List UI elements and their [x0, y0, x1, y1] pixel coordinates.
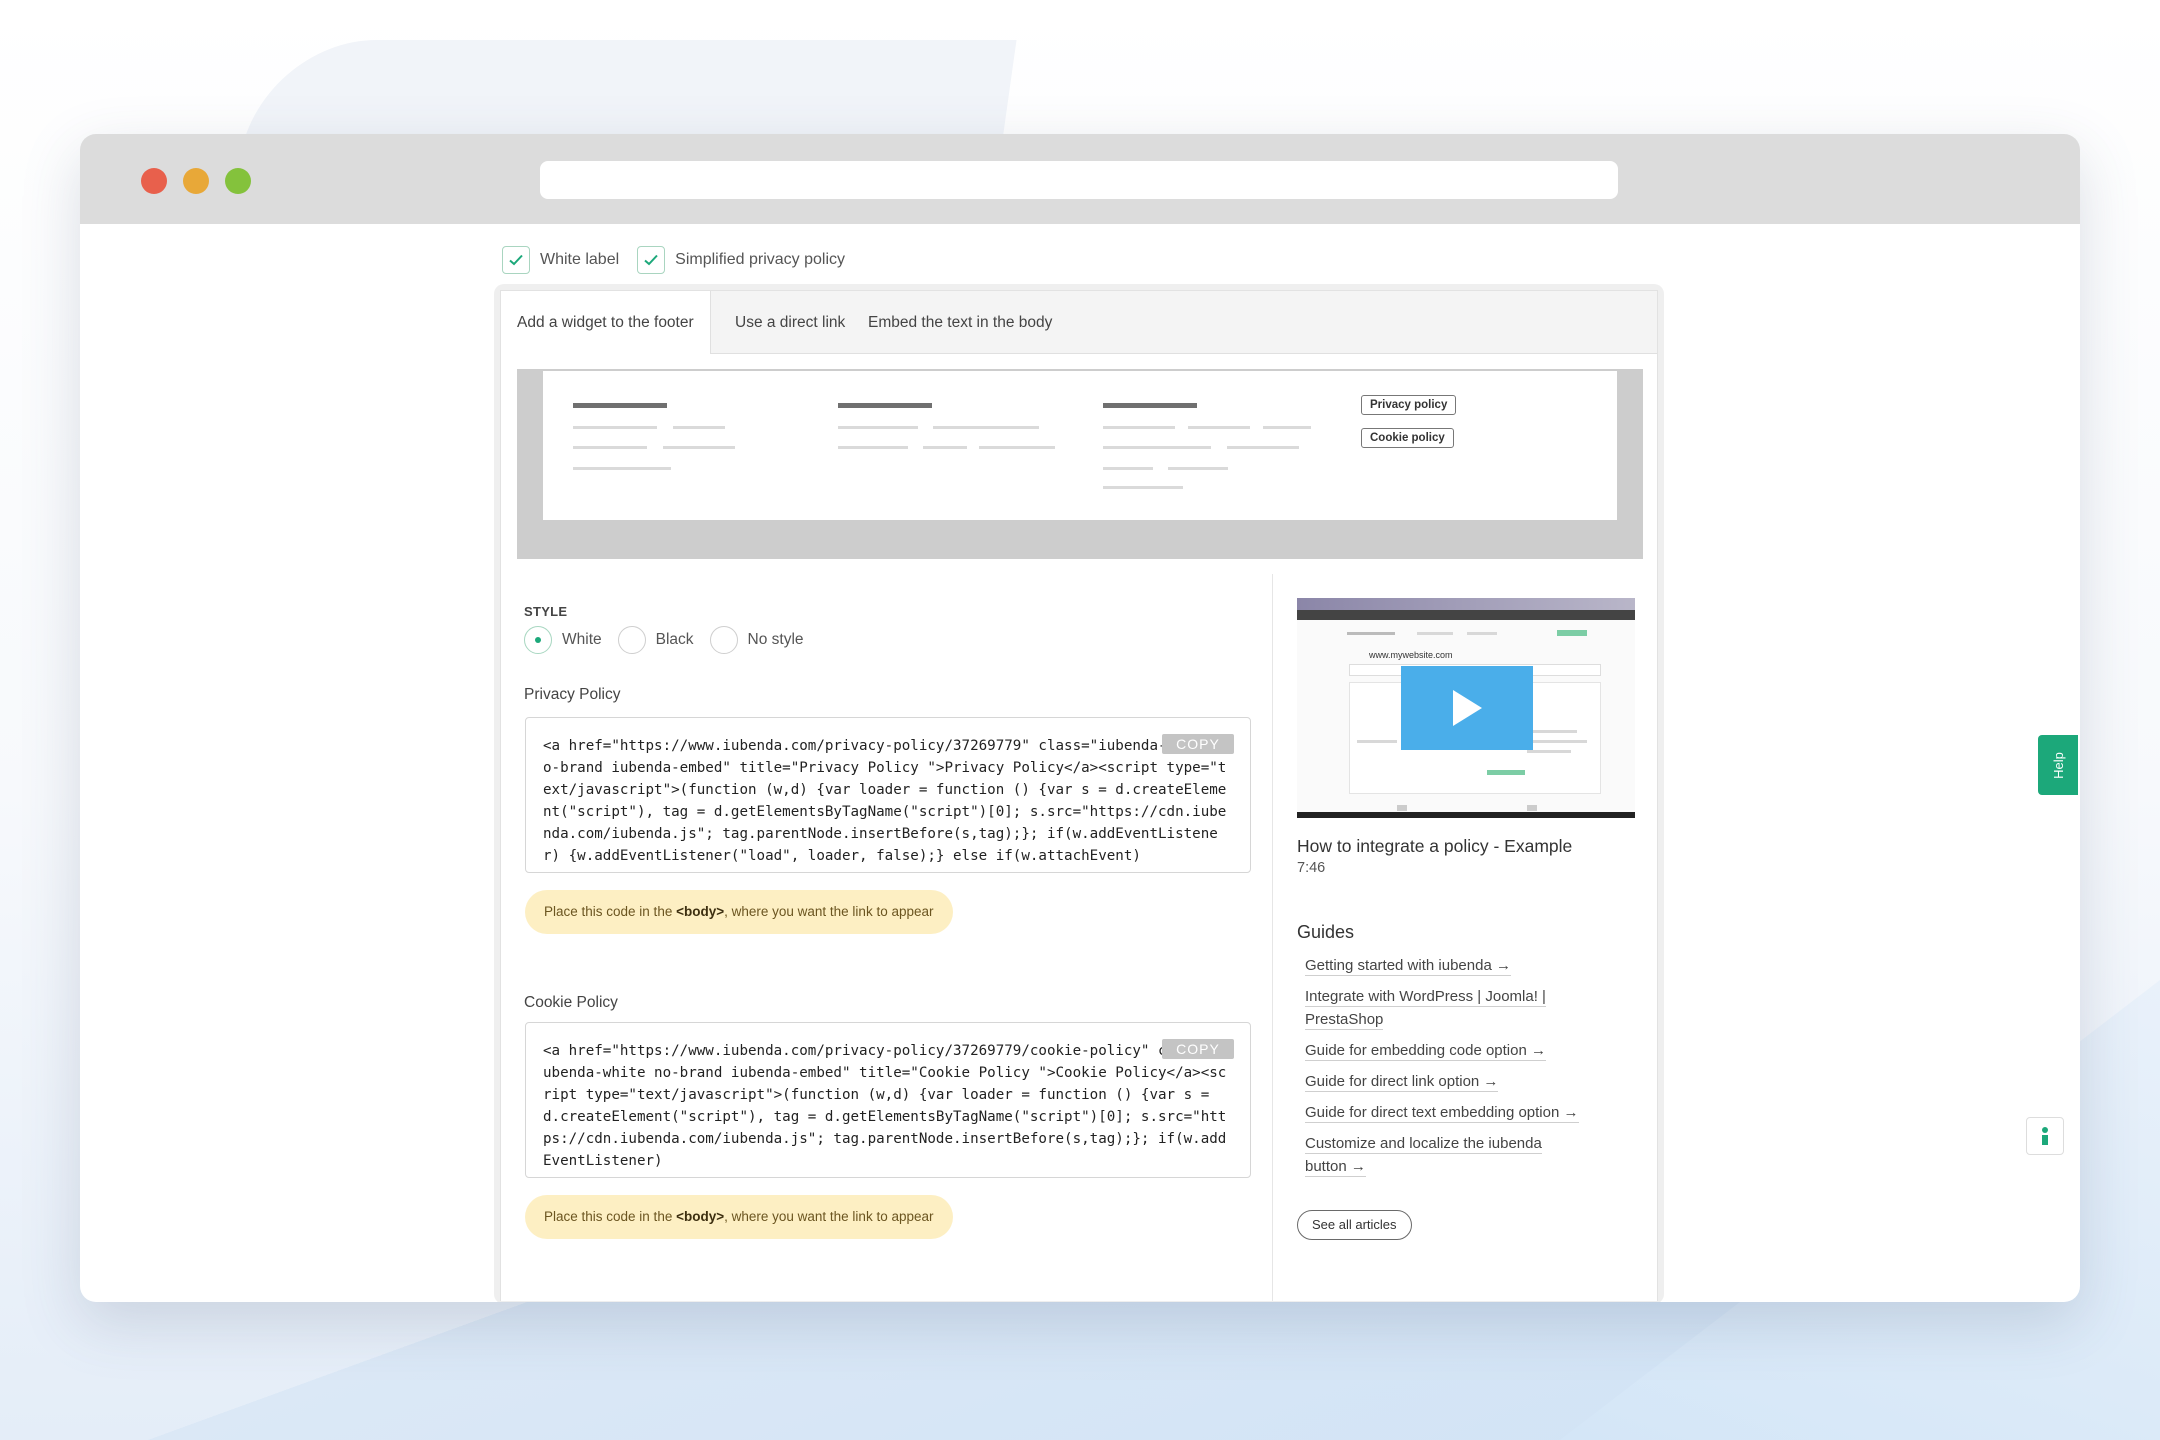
browser-titlebar: [80, 134, 2080, 224]
video-title[interactable]: How to integrate a policy - Example: [1297, 836, 1572, 857]
footer-preview-mockup: Privacy policy Cookie policy: [543, 371, 1617, 520]
address-bar[interactable]: [540, 161, 1618, 199]
privacy-copy-button[interactable]: COPY: [1162, 734, 1234, 754]
hint-prefix: Place this code in the: [544, 904, 677, 919]
code-column: STYLE White Black No style Privacy Polic…: [501, 574, 1271, 1301]
play-button[interactable]: [1401, 666, 1533, 750]
simplified-policy-checkbox[interactable]: [637, 246, 666, 274]
help-tab[interactable]: Help: [2038, 735, 2078, 795]
white-label-text: White label: [540, 251, 620, 268]
hint-tag: <body>: [676, 1209, 725, 1224]
tab-widget-footer[interactable]: Add a widget to the footer: [501, 291, 711, 354]
guide-link[interactable]: Guide for embedding code option →: [1305, 1039, 1635, 1062]
privacy-policy-preview-button: Privacy policy: [1361, 395, 1457, 415]
guide-link[interactable]: Integrate with WordPress | Joomla! | Pre…: [1305, 985, 1575, 1031]
cookie-policy-code[interactable]: <a href="https://www.iubenda.com/privacy…: [543, 1040, 1233, 1172]
page-content: White label Simplified privacy policy Ad…: [80, 224, 2080, 1302]
radio-white[interactable]: [524, 626, 552, 654]
video-duration: 7:46: [1297, 860, 1326, 876]
tab-embed-text[interactable]: Embed the text in the body: [852, 291, 1068, 353]
cookie-policy-preview-button: Cookie policy: [1361, 428, 1454, 448]
guides-heading: Guides: [1297, 922, 1355, 942]
hint-suffix: , where you want the link to appear: [724, 1209, 934, 1224]
style-option-white[interactable]: White: [524, 626, 602, 654]
radio-white-label: White: [562, 631, 602, 648]
hint-suffix: , where you want the link to appear: [724, 904, 934, 919]
white-label-checkbox[interactable]: [502, 246, 530, 274]
integration-panel: Add a widget to the footer Use a direct …: [500, 290, 1658, 1301]
maximize-window-button[interactable]: [225, 168, 251, 194]
style-heading: STYLE: [524, 604, 568, 619]
play-icon: [1453, 690, 1482, 726]
iubenda-badge-button[interactable]: [2026, 1117, 2064, 1155]
style-option-black[interactable]: Black: [617, 626, 694, 654]
check-icon: [509, 254, 523, 266]
options-row: White label Simplified privacy policy: [502, 246, 853, 274]
hint-tag: <body>: [676, 904, 725, 919]
white-label-option[interactable]: White label: [502, 246, 619, 274]
radio-black-label: Black: [655, 631, 694, 648]
minimize-window-button[interactable]: [183, 168, 209, 194]
style-radio-group: White Black No style: [524, 626, 820, 654]
guide-link[interactable]: Getting started with iubenda →: [1305, 954, 1635, 977]
cookie-policy-code-box[interactable]: <a href="https://www.iubenda.com/privacy…: [525, 1022, 1251, 1178]
simplified-policy-option[interactable]: Simplified privacy policy: [637, 246, 845, 274]
tab-direct-link[interactable]: Use a direct link: [719, 291, 861, 353]
simplified-policy-text: Simplified privacy policy: [675, 251, 845, 268]
radio-black[interactable]: [617, 626, 646, 654]
privacy-placement-hint: Place this code in the <body>, where you…: [525, 890, 953, 934]
guides-list: Getting started with iubenda → Integrate…: [1305, 954, 1635, 1186]
guide-link[interactable]: Customize and localize the iubenda butto…: [1305, 1132, 1575, 1178]
style-option-no-style[interactable]: No style: [709, 626, 804, 654]
guide-link[interactable]: Guide for direct link option →: [1305, 1070, 1635, 1093]
browser-window: White label Simplified privacy policy Ad…: [80, 134, 2080, 1302]
privacy-policy-code-box[interactable]: <a href="https://www.iubenda.com/privacy…: [525, 717, 1251, 873]
hint-prefix: Place this code in the: [544, 1209, 677, 1224]
video-thumbnail[interactable]: www.mywebsite.com: [1297, 598, 1635, 818]
integration-card: Add a widget to the footer Use a direct …: [494, 284, 1664, 1302]
radio-no-style-label: No style: [747, 631, 804, 648]
video-progress-bar[interactable]: [1297, 812, 1635, 818]
check-icon: [644, 254, 658, 266]
close-window-button[interactable]: [141, 168, 167, 194]
help-column: www.mywebsite.com How to integrate a pol…: [1272, 574, 1658, 1301]
guide-link[interactable]: Guide for direct text embedding option →: [1305, 1101, 1635, 1124]
privacy-policy-heading: Privacy Policy: [524, 686, 621, 703]
radio-no-style[interactable]: [709, 626, 738, 654]
footer-preview: Privacy policy Cookie policy: [517, 369, 1643, 559]
cookie-copy-button[interactable]: COPY: [1162, 1039, 1234, 1059]
cookie-policy-heading: Cookie Policy: [524, 994, 618, 1011]
privacy-policy-code[interactable]: <a href="https://www.iubenda.com/privacy…: [543, 735, 1233, 867]
see-all-articles-button[interactable]: See all articles: [1297, 1210, 1412, 1240]
tab-bar: Add a widget to the footer Use a direct …: [501, 291, 1657, 354]
cookie-placement-hint: Place this code in the <body>, where you…: [525, 1195, 953, 1239]
video-site-text: www.mywebsite.com: [1369, 650, 1453, 660]
iubenda-icon: [2042, 1127, 2048, 1145]
help-tab-label: Help: [2050, 751, 2066, 779]
